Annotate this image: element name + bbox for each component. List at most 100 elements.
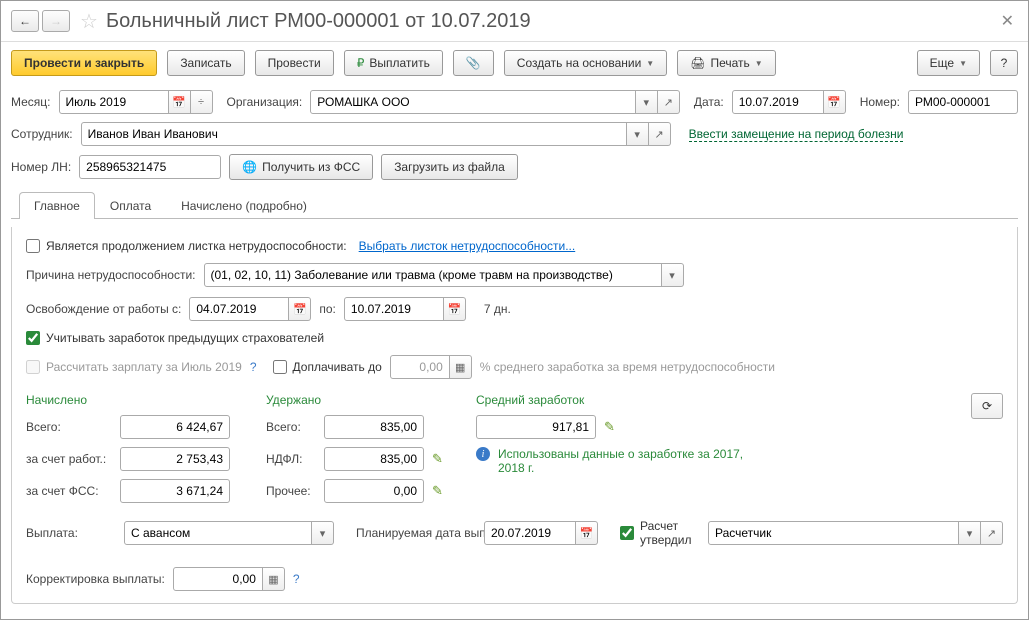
nav-back-button[interactable]: ← <box>11 10 39 32</box>
calculator-icon[interactable]: ▦ <box>450 355 472 379</box>
chevron-down-icon[interactable]: ▾ <box>636 90 658 114</box>
calendar-icon[interactable]: 📅 <box>444 297 466 321</box>
withheld-total-input[interactable] <box>324 415 424 439</box>
info-text: Использованы данные о заработке за 2017,… <box>498 447 758 475</box>
tab-main[interactable]: Главное <box>19 192 95 219</box>
other-input[interactable] <box>324 479 424 503</box>
window-title: Больничный лист РМ00-000001 от 10.07.201… <box>106 10 997 33</box>
ndfl-input[interactable] <box>324 447 424 471</box>
edit-icon[interactable]: ✎ <box>432 483 443 499</box>
post-and-close-button[interactable]: Провести и закрыть <box>11 50 157 76</box>
tab-accrued[interactable]: Начислено (подробно) <box>166 192 322 219</box>
help-button[interactable]: ? <box>990 50 1018 76</box>
cash-icon: ₽ <box>357 56 365 70</box>
to-label: по: <box>319 302 336 316</box>
close-icon[interactable]: ✕ <box>997 7 1018 35</box>
calendar-icon[interactable]: 📅 <box>169 90 191 114</box>
post-button[interactable]: Провести <box>255 50 334 76</box>
withheld-header: Удержано <box>266 393 446 407</box>
info-icon: i <box>476 447 490 461</box>
correction-label: Корректировка выплаты: <box>26 572 165 586</box>
planned-date-label: Планируемая дата выплаты: <box>356 526 476 540</box>
accrued-total-input[interactable] <box>120 415 230 439</box>
edit-icon[interactable]: ✎ <box>604 419 615 435</box>
refresh-icon: ⟳ <box>982 399 992 413</box>
calendar-icon[interactable]: 📅 <box>576 521 598 545</box>
other-label: Прочее: <box>266 484 316 498</box>
prev-employers-checkbox[interactable] <box>26 331 40 345</box>
employee-label: Сотрудник: <box>11 127 73 141</box>
recalc-salary-label: Рассчитать зарплату за Июль 2019 <box>46 360 242 374</box>
number-input[interactable] <box>908 90 1018 114</box>
ln-label: Номер ЛН: <box>11 160 71 174</box>
help-icon[interactable]: ? <box>293 572 300 586</box>
approved-by-input[interactable] <box>708 521 959 545</box>
prev-employers-label: Учитывать заработок предыдущих страховат… <box>46 331 324 345</box>
chevron-down-icon: ▼ <box>646 59 654 68</box>
chevron-down-icon: ▼ <box>755 59 763 68</box>
substitution-link[interactable]: Ввести замещение на период болезни <box>689 127 904 142</box>
create-based-on-button[interactable]: Создать на основании▼ <box>504 50 667 76</box>
withheld-total-label: Всего: <box>266 420 316 434</box>
employer-label: за счет работ.: <box>26 452 112 466</box>
attach-button[interactable]: 📎 <box>453 50 494 76</box>
select-sheet-link[interactable]: Выбрать листок нетрудоспособности... <box>359 239 576 253</box>
nav-forward-button[interactable]: → <box>42 10 70 32</box>
chevron-down-icon[interactable]: ▾ <box>959 521 981 545</box>
ln-number-input[interactable] <box>79 155 221 179</box>
fss-input[interactable] <box>120 479 230 503</box>
approved-label: Расчет утвердил <box>640 519 700 547</box>
correction-input[interactable] <box>173 567 263 591</box>
save-button[interactable]: Записать <box>167 50 244 76</box>
pay-up-input[interactable] <box>390 355 450 379</box>
date-input[interactable] <box>732 90 824 114</box>
days-label: 7 дн. <box>484 302 511 316</box>
reason-label: Причина нетрудоспособности: <box>26 268 196 282</box>
calculator-icon[interactable]: ▦ <box>263 567 285 591</box>
open-ref-icon[interactable]: ↗ <box>981 521 1003 545</box>
payment-type-input[interactable] <box>124 521 312 545</box>
employee-input[interactable] <box>81 122 627 146</box>
continuation-label: Является продолжением листка нетрудоспос… <box>46 239 347 253</box>
accrued-header: Начислено <box>26 393 236 407</box>
pay-up-label: Доплачивать до <box>293 360 382 374</box>
date-from-input[interactable] <box>189 297 289 321</box>
pay-button[interactable]: ₽Выплатить <box>344 50 443 76</box>
avg-earnings-input[interactable] <box>476 415 596 439</box>
favorite-star-icon[interactable]: ☆ <box>80 9 98 34</box>
open-ref-icon[interactable]: ↗ <box>658 90 680 114</box>
month-input[interactable] <box>59 90 169 114</box>
avg-header: Средний заработок <box>476 393 584 407</box>
globe-icon: 🌐 <box>242 160 257 174</box>
approved-checkbox[interactable] <box>620 526 634 540</box>
stepper-icon[interactable]: ÷ <box>191 90 213 114</box>
refresh-button[interactable]: ⟳ <box>971 393 1003 419</box>
date-to-input[interactable] <box>344 297 444 321</box>
date-label: Дата: <box>694 95 724 109</box>
continuation-checkbox[interactable] <box>26 239 40 253</box>
more-button[interactable]: Еще▼ <box>917 50 980 76</box>
chevron-down-icon[interactable]: ▾ <box>662 263 684 287</box>
help-icon[interactable]: ? <box>250 360 257 374</box>
calendar-icon[interactable]: 📅 <box>289 297 311 321</box>
calendar-icon[interactable]: 📅 <box>824 90 846 114</box>
chevron-down-icon[interactable]: ▾ <box>627 122 649 146</box>
print-button[interactable]: 🖨Печать▼ <box>677 50 775 76</box>
open-ref-icon[interactable]: ↗ <box>649 122 671 146</box>
chevron-down-icon: ▼ <box>959 59 967 68</box>
month-label: Месяц: <box>11 95 51 109</box>
chevron-down-icon[interactable]: ▾ <box>312 521 334 545</box>
planned-date-input[interactable] <box>484 521 576 545</box>
fss-label: за счет ФСС: <box>26 484 112 498</box>
tab-payment[interactable]: Оплата <box>95 192 166 219</box>
release-label: Освобождение от работы с: <box>26 302 181 316</box>
get-from-fss-button[interactable]: 🌐Получить из ФСС <box>229 154 373 180</box>
printer-icon: 🖨 <box>690 56 705 70</box>
total-label: Всего: <box>26 420 112 434</box>
employer-input[interactable] <box>120 447 230 471</box>
load-from-file-button[interactable]: Загрузить из файла <box>381 154 518 180</box>
organization-input[interactable] <box>310 90 636 114</box>
pay-up-checkbox[interactable] <box>273 360 287 374</box>
reason-input[interactable] <box>204 263 662 287</box>
edit-icon[interactable]: ✎ <box>432 451 443 467</box>
